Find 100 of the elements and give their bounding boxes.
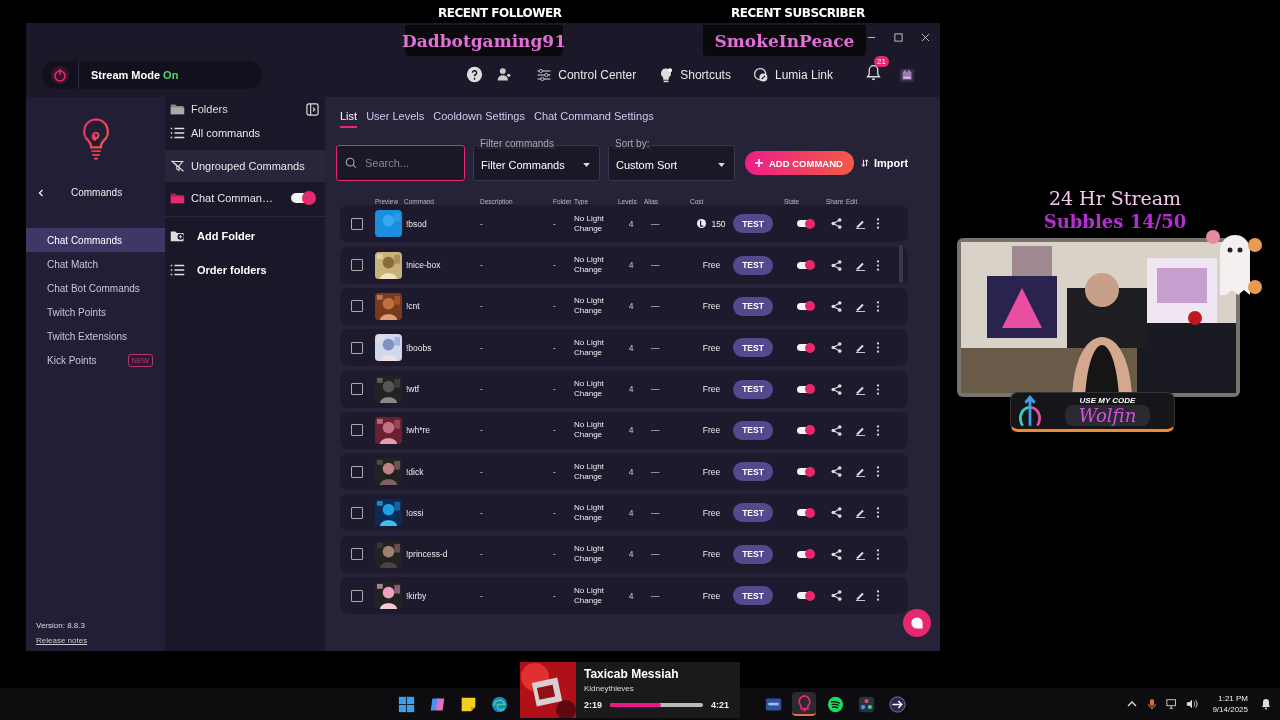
header-nav-button[interactable]: Lumia Link bbox=[752, 66, 833, 83]
more-icon[interactable] bbox=[876, 300, 880, 312]
header-nav-button[interactable]: Shortcuts bbox=[658, 66, 731, 83]
network-icon[interactable] bbox=[1166, 698, 1179, 710]
share-icon[interactable] bbox=[830, 218, 842, 230]
checkbox[interactable] bbox=[351, 383, 363, 396]
command-row[interactable]: !cnt - - No Light Change 4 — Free TEST bbox=[340, 287, 908, 325]
toggle-switch[interactable] bbox=[797, 261, 813, 269]
back-icon[interactable] bbox=[37, 188, 45, 197]
toggle-switch[interactable] bbox=[797, 468, 813, 476]
import-button[interactable]: Import bbox=[860, 157, 909, 170]
share-icon[interactable] bbox=[830, 259, 842, 271]
test-button[interactable]: TEST bbox=[733, 462, 773, 482]
checkbox[interactable] bbox=[351, 259, 363, 272]
folder-item[interactable]: Chat Comman… bbox=[165, 182, 325, 214]
test-button[interactable]: TEST bbox=[733, 503, 773, 523]
test-button[interactable]: TEST bbox=[733, 544, 773, 564]
toggle-switch[interactable] bbox=[797, 220, 813, 228]
test-button[interactable]: TEST bbox=[733, 420, 773, 440]
checkbox[interactable] bbox=[351, 217, 363, 230]
test-button[interactable]: TEST bbox=[733, 255, 773, 275]
help-icon[interactable] bbox=[466, 66, 484, 83]
more-icon[interactable] bbox=[876, 259, 880, 271]
maximize-icon[interactable] bbox=[894, 33, 903, 42]
more-icon[interactable] bbox=[876, 548, 880, 560]
tab[interactable]: Cooldown Settings bbox=[433, 110, 525, 128]
edit-icon[interactable] bbox=[854, 342, 866, 354]
search-field[interactable]: Search... bbox=[336, 145, 465, 182]
edit-icon[interactable] bbox=[854, 218, 866, 230]
sidebar-item[interactable]: Chat Commands bbox=[26, 228, 165, 252]
test-button[interactable]: TEST bbox=[733, 379, 773, 399]
more-icon[interactable] bbox=[876, 507, 880, 519]
folder-action-button[interactable]: Order folders bbox=[165, 257, 325, 283]
toggle-switch[interactable] bbox=[797, 426, 813, 434]
header-nav-button[interactable]: Control Center bbox=[536, 66, 637, 83]
toggle-switch[interactable] bbox=[797, 550, 813, 558]
checkbox[interactable] bbox=[351, 589, 363, 602]
toggle-switch[interactable] bbox=[797, 509, 813, 517]
collapse-panel-icon[interactable] bbox=[306, 102, 319, 116]
tab[interactable]: User Levels bbox=[366, 110, 425, 128]
test-button[interactable]: TEST bbox=[733, 214, 773, 234]
checkbox[interactable] bbox=[351, 465, 363, 478]
command-row[interactable]: !ossi - - No Light Change 4 — Free TEST bbox=[340, 494, 908, 532]
more-icon[interactable] bbox=[876, 383, 880, 395]
command-row[interactable]: !kirby - - No Light Change 4 — Free TEST bbox=[340, 577, 908, 615]
more-icon[interactable] bbox=[876, 590, 880, 602]
toggle-switch[interactable] bbox=[797, 344, 813, 352]
folder-item[interactable]: Ungrouped Commands bbox=[165, 150, 325, 182]
command-row[interactable]: !wtf - - No Light Change 4 — Free TEST bbox=[340, 370, 908, 408]
test-button[interactable]: TEST bbox=[733, 338, 773, 358]
checkbox[interactable] bbox=[351, 548, 363, 561]
command-row[interactable]: !wh*re - - No Light Change 4 — Free TEST bbox=[340, 411, 908, 449]
command-row[interactable]: !bsod - - No Light Change 4 — 150 TEST bbox=[340, 205, 908, 243]
test-button[interactable]: TEST bbox=[733, 586, 773, 606]
tab[interactable]: Chat Command Settings bbox=[533, 110, 654, 128]
share-icon[interactable] bbox=[830, 507, 842, 519]
chat-bubble-button[interactable] bbox=[903, 609, 931, 637]
checkbox[interactable] bbox=[351, 424, 363, 437]
toggle-switch[interactable] bbox=[797, 302, 813, 310]
more-icon[interactable] bbox=[876, 218, 880, 230]
command-row[interactable]: !princess-d - - No Light Change 4 — Free TEST bbox=[340, 535, 908, 573]
share-icon[interactable] bbox=[830, 424, 842, 436]
toggle-switch[interactable] bbox=[797, 592, 813, 600]
edit-icon[interactable] bbox=[854, 507, 866, 519]
folder-item[interactable]: All commands bbox=[165, 122, 325, 144]
stream-mode-toggle[interactable]: Stream Mode On bbox=[42, 60, 262, 89]
release-notes-link[interactable]: Release notes bbox=[26, 636, 165, 645]
checkbox[interactable] bbox=[351, 341, 363, 354]
test-button[interactable]: TEST bbox=[733, 296, 773, 316]
share-icon[interactable] bbox=[830, 342, 842, 354]
close-icon[interactable] bbox=[921, 33, 930, 42]
edit-icon[interactable] bbox=[854, 466, 866, 478]
share-icon[interactable] bbox=[830, 300, 842, 312]
share-icon[interactable] bbox=[830, 590, 842, 602]
sidebar-item[interactable]: Twitch Points bbox=[26, 300, 165, 324]
command-row[interactable]: !nice-box - - No Light Change 4 — Free TEST bbox=[340, 246, 908, 284]
toggle-switch[interactable] bbox=[291, 193, 315, 203]
notification-bell-icon[interactable] bbox=[1260, 698, 1272, 710]
share-icon[interactable] bbox=[830, 383, 842, 395]
folder-action-button[interactable]: Add Folder bbox=[165, 223, 325, 249]
bell-icon[interactable] bbox=[865, 64, 882, 81]
checkbox[interactable] bbox=[351, 300, 363, 313]
share-icon[interactable] bbox=[830, 466, 842, 478]
microphone-icon[interactable] bbox=[1146, 698, 1159, 710]
toggle-switch[interactable] bbox=[797, 385, 813, 393]
tab[interactable]: List bbox=[340, 110, 358, 128]
command-row[interactable]: !boobs - - No Light Change 4 — Free TEST bbox=[340, 329, 908, 367]
command-row[interactable]: !dick - - No Light Change 4 — Free TEST bbox=[340, 453, 908, 491]
more-icon[interactable] bbox=[876, 342, 880, 354]
more-icon[interactable] bbox=[876, 466, 880, 478]
levels-cell-text: 4 bbox=[627, 425, 635, 436]
sidebar-item[interactable]: Twitch Extensions bbox=[26, 324, 165, 348]
sidebar-item[interactable]: Chat Match bbox=[26, 252, 165, 276]
more-icon[interactable] bbox=[876, 424, 880, 436]
volume-icon[interactable] bbox=[1186, 698, 1199, 710]
add-command-button[interactable]: ADD COMMAND bbox=[745, 151, 854, 176]
checkbox[interactable] bbox=[351, 506, 363, 519]
sidebar-item[interactable]: Chat Bot Commands bbox=[26, 276, 165, 300]
share-icon[interactable] bbox=[830, 548, 842, 560]
edit-icon[interactable] bbox=[854, 590, 866, 602]
